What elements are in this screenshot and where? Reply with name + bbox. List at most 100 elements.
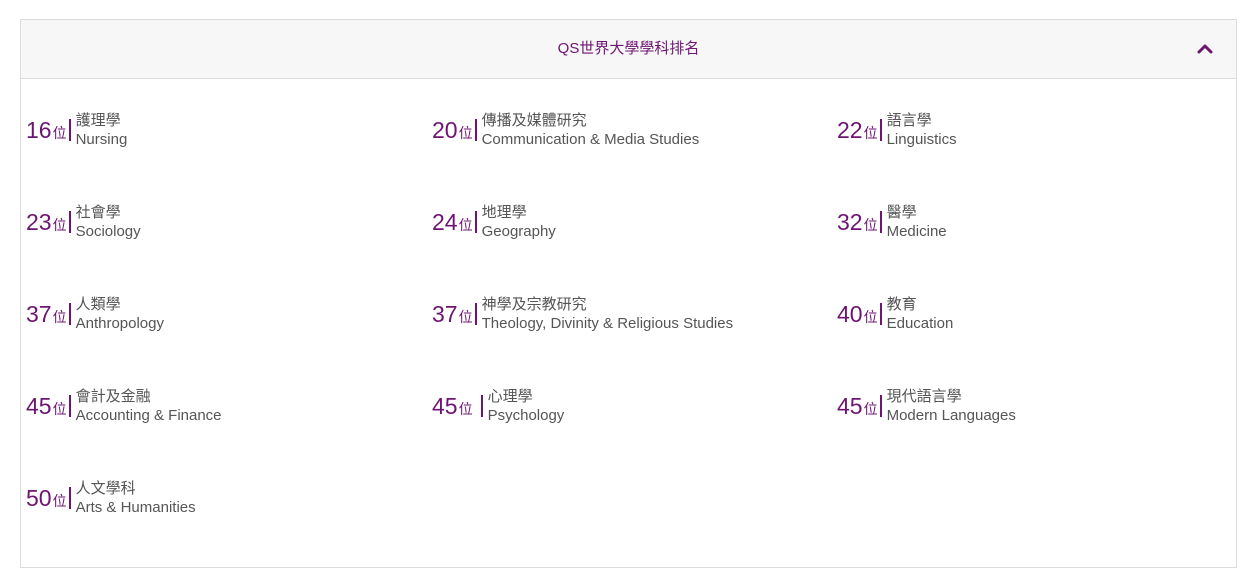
rank-value: 45 位 bbox=[837, 392, 878, 419]
subject-names: 護理學 Nursing bbox=[76, 111, 128, 149]
rank-number: 37 bbox=[26, 300, 52, 327]
subject-names: 神學及宗教研究 Theology, Divinity & Religious S… bbox=[482, 295, 734, 333]
rank-number: 16 bbox=[26, 116, 52, 143]
rank-divider bbox=[474, 303, 477, 325]
rank-unit: 位 bbox=[863, 124, 878, 141]
ranking-item: 20 位 傳播及媒體研究 Communication & Media Studi… bbox=[432, 108, 699, 152]
rank-value: 45 位 bbox=[26, 392, 67, 419]
subject-name-en: Modern Languages bbox=[886, 407, 1016, 424]
ranking-item: 45 位 現代語言學 Modern Languages bbox=[837, 384, 1016, 428]
rank-value: 40 位 bbox=[837, 300, 878, 327]
subject-name-zh: 人文學科 bbox=[75, 480, 136, 497]
rank-divider bbox=[879, 303, 882, 325]
subject-name-zh: 傳播及媒體研究 bbox=[481, 112, 587, 129]
subject-name-zh: 心理學 bbox=[487, 388, 533, 405]
rank-divider bbox=[474, 211, 477, 233]
subject-names: 社會學 Sociology bbox=[76, 203, 141, 241]
ranking-item: 45 位 會計及金融 Accounting & Finance bbox=[26, 384, 222, 428]
rank-number: 45 bbox=[837, 392, 863, 419]
ranking-item: 40 位 教育 Education bbox=[837, 292, 953, 336]
subject-name-zh: 神學及宗教研究 bbox=[481, 296, 587, 313]
subject-name-zh: 教育 bbox=[886, 296, 917, 313]
rank-value: 24 位 bbox=[432, 208, 473, 235]
subject-name-en: Sociology bbox=[75, 223, 141, 240]
rank-unit: 位 bbox=[863, 308, 878, 325]
subject-names: 地理學 Geography bbox=[482, 203, 556, 241]
subject-name-en: Communication & Media Studies bbox=[481, 131, 700, 148]
subject-names: 會計及金融 Accounting & Finance bbox=[76, 387, 222, 425]
rank-divider bbox=[474, 119, 477, 141]
rank-value: 50 位 bbox=[26, 484, 67, 511]
rank-unit: 位 bbox=[863, 216, 878, 233]
rank-number: 23 bbox=[26, 208, 52, 235]
ranking-item: 32 位 醫學 Medicine bbox=[837, 200, 947, 244]
subject-names: 傳播及媒體研究 Communication & Media Studies bbox=[482, 111, 700, 149]
rank-value: 23 位 bbox=[26, 208, 67, 235]
rank-unit: 位 bbox=[863, 400, 878, 417]
rankings-panel: QS世界大學學科排名 16 位 護理學 Nursing 20 位 傳播及媒體研究… bbox=[20, 19, 1237, 568]
rank-number: 32 bbox=[837, 208, 863, 235]
rank-number: 37 bbox=[432, 300, 458, 327]
rank-number: 24 bbox=[432, 208, 458, 235]
subject-name-zh: 現代語言學 bbox=[886, 388, 962, 405]
rank-number: 20 bbox=[432, 116, 458, 143]
subject-names: 心理學 Psychology bbox=[488, 387, 565, 425]
rank-number: 45 bbox=[26, 392, 52, 419]
rank-value: 37 位 bbox=[26, 300, 67, 327]
subject-names: 現代語言學 Modern Languages bbox=[887, 387, 1016, 425]
subject-name-zh: 社會學 bbox=[75, 204, 121, 221]
rank-unit: 位 bbox=[52, 308, 67, 325]
subject-name-en: Education bbox=[886, 315, 954, 332]
subject-name-zh: 人類學 bbox=[75, 296, 121, 313]
ranking-item: 50 位 人文學科 Arts & Humanities bbox=[26, 476, 196, 520]
ranking-item: 45 位 心理學 Psychology bbox=[432, 384, 564, 428]
rank-value: 22 位 bbox=[837, 116, 878, 143]
rank-value: 45 位 bbox=[432, 392, 473, 419]
ranking-item: 24 位 地理學 Geography bbox=[432, 200, 556, 244]
subject-names: 人類學 Anthropology bbox=[76, 295, 164, 333]
rank-divider bbox=[68, 487, 71, 509]
ranking-item: 16 位 護理學 Nursing bbox=[26, 108, 127, 152]
rank-number: 45 bbox=[432, 392, 458, 419]
ranking-item: 37 位 人類學 Anthropology bbox=[26, 292, 164, 336]
subject-names: 教育 Education bbox=[887, 295, 954, 333]
subject-names: 醫學 Medicine bbox=[887, 203, 947, 241]
rank-divider bbox=[879, 211, 882, 233]
subject-name-en: Psychology bbox=[487, 407, 565, 424]
rank-divider bbox=[68, 119, 71, 141]
ranking-item: 37 位 神學及宗教研究 Theology, Divinity & Religi… bbox=[432, 292, 733, 336]
ranking-item: 22 位 語言學 Linguistics bbox=[837, 108, 957, 152]
rank-divider bbox=[879, 395, 882, 417]
subject-name-zh: 會計及金融 bbox=[75, 388, 151, 405]
panel-header[interactable]: QS世界大學學科排名 bbox=[21, 20, 1236, 79]
subject-name-zh: 醫學 bbox=[886, 204, 917, 221]
subject-names: 人文學科 Arts & Humanities bbox=[76, 479, 196, 517]
ranking-item: 23 位 社會學 Sociology bbox=[26, 200, 141, 244]
rank-divider bbox=[68, 211, 71, 233]
rank-number: 40 bbox=[837, 300, 863, 327]
rank-divider bbox=[879, 119, 882, 141]
subject-name-en: Theology, Divinity & Religious Studies bbox=[481, 315, 734, 332]
rank-unit: 位 bbox=[458, 400, 473, 417]
rank-unit: 位 bbox=[458, 308, 473, 325]
subject-name-en: Arts & Humanities bbox=[75, 499, 196, 516]
subject-name-en: Linguistics bbox=[886, 131, 957, 148]
rank-number: 50 bbox=[26, 484, 52, 511]
rank-unit: 位 bbox=[52, 216, 67, 233]
rank-divider bbox=[480, 395, 483, 417]
subject-name-en: Anthropology bbox=[75, 315, 164, 332]
rank-value: 20 位 bbox=[432, 116, 473, 143]
subject-name-en: Medicine bbox=[886, 223, 947, 240]
rank-value: 37 位 bbox=[432, 300, 473, 327]
rank-value: 16 位 bbox=[26, 116, 67, 143]
rank-number: 22 bbox=[837, 116, 863, 143]
chevron-up-icon[interactable] bbox=[1196, 40, 1214, 58]
subject-name-en: Accounting & Finance bbox=[75, 407, 222, 424]
panel-title: QS世界大學學科排名 bbox=[557, 40, 700, 57]
subject-name-zh: 地理學 bbox=[481, 204, 527, 221]
subject-name-zh: 護理學 bbox=[75, 112, 121, 129]
rank-unit: 位 bbox=[458, 216, 473, 233]
subject-name-en: Geography bbox=[481, 223, 556, 240]
rank-divider bbox=[68, 395, 71, 417]
rank-unit: 位 bbox=[52, 124, 67, 141]
